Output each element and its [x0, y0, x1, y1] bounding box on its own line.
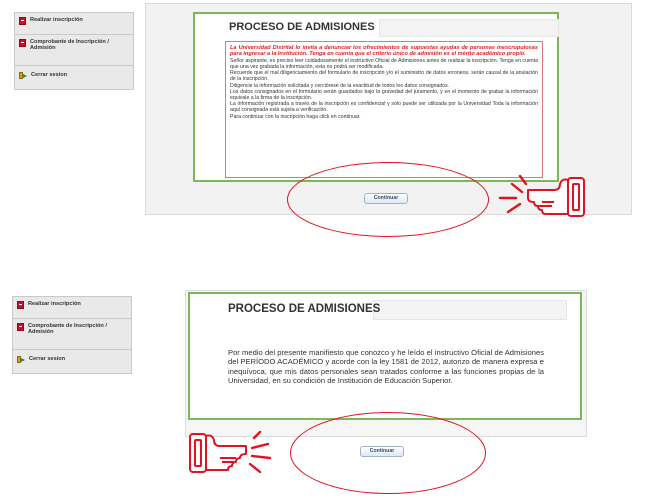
pointing-hand-icon: [498, 174, 585, 217]
declaration-text: Por medio del presente manifiesto que co…: [228, 348, 544, 386]
sidebar-top: Realizar inscripción Comprobante de Insc…: [14, 12, 134, 90]
sidebar-item-cerrar-sesion[interactable]: Cerrar sesion: [15, 66, 133, 88]
sidebar-item-label: Cerrar sesion: [31, 72, 68, 78]
highlight-oval: [287, 162, 489, 237]
pointing-hand-icon: [189, 430, 272, 474]
highlight-oval: [290, 412, 486, 494]
instruction-paragraph: La información registrada a través de la…: [230, 101, 538, 114]
instructions-notice: La Universidad Distrital lo invita a den…: [225, 41, 543, 178]
sidebar-item-cerrar-sesion[interactable]: Cerrar sesion: [13, 350, 131, 372]
sidebar-item-realizar-inscripcion[interactable]: Realizar inscripción: [15, 13, 133, 35]
sidebar-item-label: Comprobante de Inscripción / Admisión: [28, 323, 107, 335]
instruction-paragraph: Señor aspirante, es preciso leer cuidado…: [230, 57, 538, 71]
instruction-paragraph: Recuerde que el mal diligenciamiento del…: [230, 70, 538, 83]
sidebar-bottom: Realizar inscripción Comprobante de Insc…: [12, 296, 132, 374]
page-title: PROCESO DE ADMISIONES: [228, 298, 568, 320]
admissions-panel-top: PROCESO DE ADMISIONES La Universidad Dis…: [193, 12, 559, 182]
instruction-paragraph: Para continuar con la inscripción haga c…: [230, 113, 361, 120]
sidebar-item-label: Cerrar sesion: [29, 356, 66, 362]
exit-icon: [17, 356, 25, 363]
sidebar-item-label: Realizar inscripción: [30, 17, 83, 23]
instruction-paragraph: Los datos consignados en el formulario s…: [230, 88, 538, 102]
page-title: PROCESO DE ADMISIONES: [229, 18, 559, 37]
warning-text: La Universidad Distrital lo invita a den…: [230, 45, 538, 58]
sidebar-item-realizar-inscripcion[interactable]: Realizar inscripción: [13, 297, 131, 319]
sidebar-item-comprobante[interactable]: Comprobante de Inscripción / Admisión: [15, 35, 133, 66]
pdf-icon: [17, 301, 24, 309]
admissions-panel-bottom: PROCESO DE ADMISIONES Por medio del pres…: [188, 292, 582, 420]
sidebar-item-label: Comprobante de Inscripción / Admisión: [30, 39, 109, 51]
pdf-icon: [19, 17, 26, 25]
pdf-icon: [17, 323, 24, 331]
sidebar-item-label: Realizar inscripción: [28, 301, 81, 307]
exit-icon: [19, 72, 27, 79]
pdf-icon: [19, 39, 26, 47]
sidebar-item-comprobante[interactable]: Comprobante de Inscripción / Admisión: [13, 319, 131, 350]
